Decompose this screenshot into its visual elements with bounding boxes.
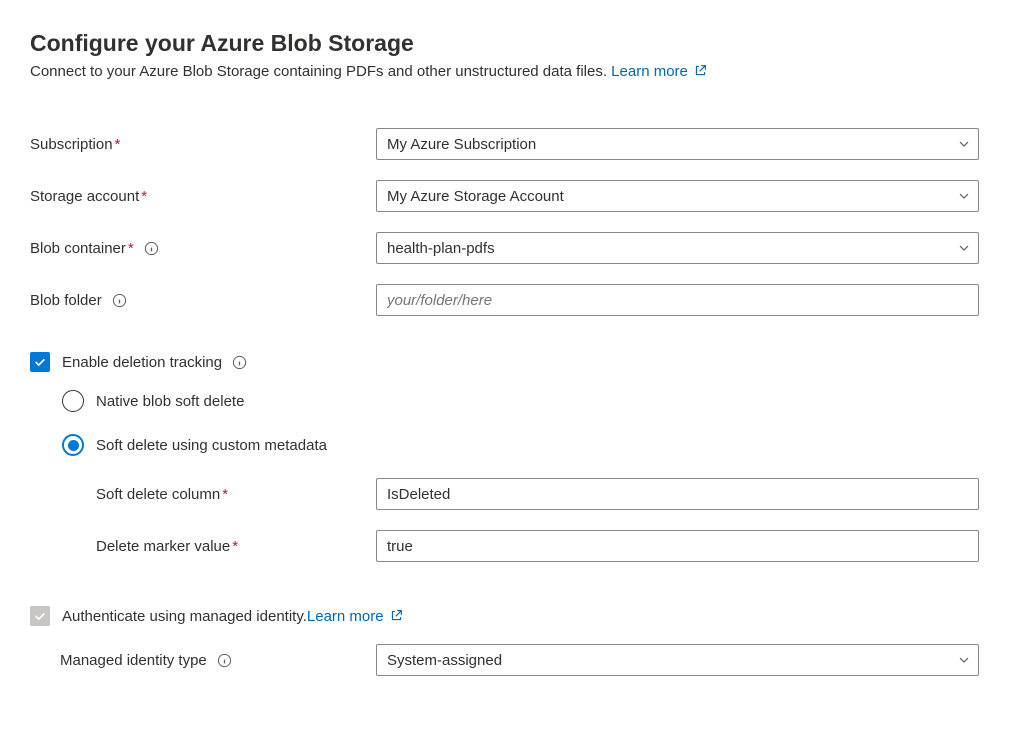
auth-managed-identity-checkbox[interactable]: [30, 606, 50, 626]
soft-delete-column-input[interactable]: [376, 478, 979, 510]
info-icon[interactable]: [144, 241, 159, 256]
chevron-down-icon: [958, 242, 970, 254]
chevron-down-icon: [958, 138, 970, 150]
info-icon[interactable]: [232, 355, 247, 370]
radio-circle: [62, 390, 84, 412]
subscription-select[interactable]: My Azure Subscription: [376, 128, 979, 160]
learn-more-link[interactable]: Learn more: [611, 63, 707, 80]
check-icon: [33, 609, 47, 623]
storage-account-value: My Azure Storage Account: [387, 188, 564, 205]
external-link-icon: [390, 609, 403, 622]
radio-circle: [62, 434, 84, 456]
delete-marker-value-input[interactable]: [376, 530, 979, 562]
native-soft-delete-label: Native blob soft delete: [96, 393, 244, 410]
auth-learn-more-text: Learn more: [307, 608, 384, 625]
required-asterisk: *: [141, 188, 147, 205]
blob-container-label: Blob container: [30, 240, 126, 257]
subtitle-text: Connect to your Azure Blob Storage conta…: [30, 63, 611, 80]
blob-folder-label: Blob folder: [30, 292, 102, 309]
blob-container-value: health-plan-pdfs: [387, 240, 495, 257]
check-icon: [33, 355, 47, 369]
required-asterisk: *: [222, 486, 228, 503]
subscription-value: My Azure Subscription: [387, 136, 536, 153]
chevron-down-icon: [958, 190, 970, 202]
custom-soft-delete-label: Soft delete using custom metadata: [96, 437, 327, 454]
managed-identity-type-label: Managed identity type: [60, 652, 207, 669]
storage-account-label: Storage account: [30, 188, 139, 205]
chevron-down-icon: [958, 654, 970, 666]
enable-deletion-tracking-label: Enable deletion tracking: [62, 354, 222, 371]
info-icon[interactable]: [217, 653, 232, 668]
radio-dot: [68, 440, 79, 451]
managed-identity-type-select[interactable]: System-assigned: [376, 644, 979, 676]
enable-deletion-tracking-checkbox[interactable]: [30, 352, 50, 372]
required-asterisk: *: [232, 538, 238, 555]
soft-delete-column-label: Soft delete column: [96, 486, 220, 503]
page-subtitle: Connect to your Azure Blob Storage conta…: [30, 63, 979, 80]
required-asterisk: *: [128, 240, 134, 257]
native-soft-delete-radio[interactable]: Native blob soft delete: [62, 390, 979, 412]
auth-managed-identity-label: Authenticate using managed identity.: [62, 608, 307, 625]
custom-soft-delete-radio[interactable]: Soft delete using custom metadata: [62, 434, 979, 456]
learn-more-text: Learn more: [611, 63, 688, 80]
blob-folder-input[interactable]: [376, 284, 979, 316]
required-asterisk: *: [115, 136, 121, 153]
page-title: Configure your Azure Blob Storage: [30, 30, 979, 57]
info-icon[interactable]: [112, 293, 127, 308]
storage-account-select[interactable]: My Azure Storage Account: [376, 180, 979, 212]
external-link-icon: [694, 64, 707, 77]
subscription-label: Subscription: [30, 136, 113, 153]
managed-identity-type-value: System-assigned: [387, 652, 502, 669]
delete-marker-value-label: Delete marker value: [96, 538, 230, 555]
blob-container-select[interactable]: health-plan-pdfs: [376, 232, 979, 264]
auth-learn-more-link[interactable]: Learn more: [307, 608, 403, 625]
